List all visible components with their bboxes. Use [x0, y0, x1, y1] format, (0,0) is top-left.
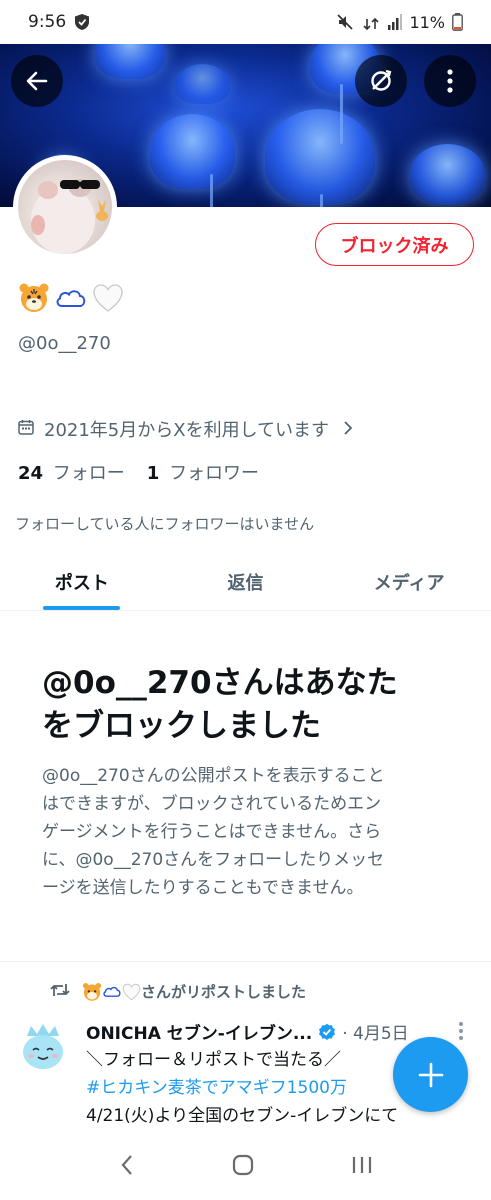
tweet-author-name[interactable]: ONICHA セブン-イレブン... — [86, 1019, 312, 1044]
mute-icon — [336, 13, 354, 31]
battery-icon — [452, 13, 463, 31]
display-name-emoji — [18, 282, 124, 314]
following-label: フォロー — [52, 463, 125, 484]
status-time: 9:56 — [28, 12, 67, 32]
tab-replies[interactable]: 返信 — [164, 553, 328, 610]
tab-media[interactable]: メディア — [327, 553, 491, 610]
nav-back-button[interactable] — [119, 1153, 135, 1181]
nav-recents-button[interactable] — [351, 1154, 373, 1180]
chevron-right-icon — [343, 417, 353, 441]
refresh-button[interactable] — [355, 55, 407, 107]
repost-indicator[interactable]: さんがリポストしました — [50, 981, 306, 1002]
tweet-date: · 4月5日 — [342, 1024, 409, 1044]
blocked-body-line: はできますが、ブロックされているためエン — [42, 794, 382, 814]
blocked-body-line: ゲージメントを行うことはできません。さら — [42, 822, 382, 842]
profile-tabs: ポスト 返信 メディア — [0, 553, 491, 611]
followers-label: フォロワー — [169, 463, 260, 484]
blocked-notice-body: @0o__270さんの公開ポストを表示すること はできますが、ブロックされている… — [42, 762, 452, 902]
following-count: 24 — [18, 463, 44, 484]
back-arrow-icon — [26, 71, 48, 91]
verified-badge-icon — [318, 1023, 336, 1041]
repost-label: さんがリポストしました — [141, 983, 307, 1001]
nav-home-button[interactable] — [232, 1154, 254, 1180]
divider — [0, 961, 491, 962]
more-options-button[interactable] — [424, 55, 476, 107]
network-icon — [361, 13, 381, 31]
cloud-emoji-icon — [103, 986, 121, 997]
refresh-icon — [371, 69, 392, 91]
tab-posts[interactable]: ポスト — [0, 553, 164, 610]
tweet-text-line: ＼フォロー＆リポストで当たる／ — [86, 1050, 341, 1070]
tweet-hashtag-link[interactable]: #ヒカキン麦茶でアマギフ1500万 — [86, 1073, 347, 1098]
battery-percent: 11% — [409, 12, 445, 32]
tweet-more-icon[interactable] — [458, 1021, 464, 1046]
repost-icon — [50, 982, 70, 1002]
shield-icon — [74, 13, 90, 31]
tiger-emoji-icon — [82, 982, 102, 1001]
avatar[interactable] — [13, 155, 117, 259]
followers-count: 1 — [146, 463, 160, 484]
avatar-image — [18, 160, 112, 254]
system-nav-bar — [0, 1133, 491, 1200]
followers-you-know-note: フォローしている人にフォロワーはいません — [15, 515, 315, 533]
joined-date-text: 2021年5月からXを利用しています — [44, 420, 330, 441]
tweet-header: ONICHA セブン-イレブン... · 4月5日 — [86, 1019, 409, 1044]
calendar-icon — [18, 419, 34, 440]
compose-button[interactable] — [393, 1037, 468, 1112]
blocked-button[interactable]: ブロック済み — [315, 223, 474, 266]
more-vertical-icon — [447, 69, 453, 93]
following-link[interactable]: 24 フォロー — [18, 459, 125, 485]
followers-link[interactable]: 1 フォロワー — [147, 459, 259, 485]
blocked-title-line: @0o__270さんはあなた — [42, 665, 398, 701]
blocked-notice-title: @0o__270さんはあなた をブロックしました — [42, 662, 452, 748]
blocked-body-line: ージを送信したりすることもできません。 — [42, 878, 364, 898]
blocked-body-line: に、@0o__270さんをフォローしたりメッセ — [42, 850, 385, 870]
tiger-emoji-icon — [19, 283, 49, 312]
blocked-title-line: をブロックしました — [42, 708, 321, 744]
back-button[interactable] — [11, 55, 63, 107]
cloud-emoji-icon — [56, 290, 86, 307]
joined-date-row[interactable]: 2021年5月からXを利用しています — [18, 416, 353, 442]
home-square-icon — [232, 1154, 253, 1175]
chevron-left-icon — [121, 1154, 132, 1175]
signal-icon — [388, 14, 403, 30]
white-heart-icon — [93, 284, 123, 312]
profile-handle: @0o__270 — [18, 333, 111, 354]
white-heart-icon — [122, 983, 141, 1000]
plus-icon — [418, 1062, 443, 1087]
follow-stats: 24 フォロー 1 フォロワー — [18, 459, 259, 485]
status-bar: 9:56 11% — [0, 0, 491, 44]
blocked-body-line: @0o__270さんの公開ポストを表示すること — [42, 766, 385, 786]
recents-icon — [352, 1156, 371, 1173]
tweet-text-line: 4/21(火)より全国のセブン-イレブンにて — [86, 1106, 399, 1126]
tweet-author-avatar[interactable] — [17, 1020, 69, 1072]
